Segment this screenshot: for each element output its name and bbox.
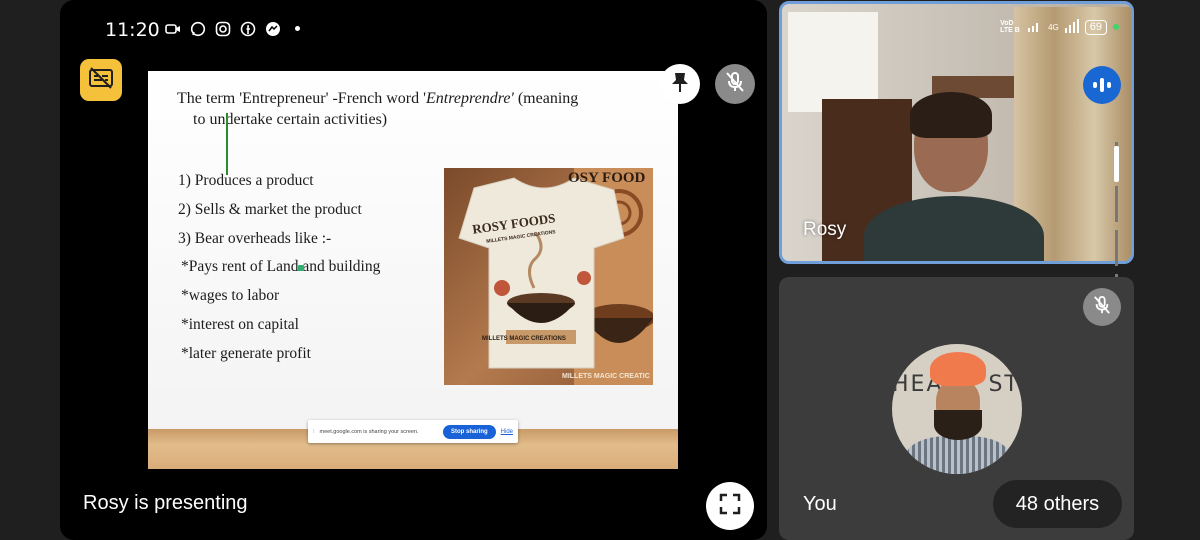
slide-title-line2: to undertake certain activities) [193,111,388,128]
slide-point: *later generate profit [181,344,311,362]
slide-point: 1) Produces a product [178,172,314,189]
screen-share-notice: ⁞ meet.google.com is sharing your screen… [308,420,518,443]
status-icons [164,20,300,37]
instagram-icon [214,20,231,37]
signal-icon [1064,19,1079,35]
slide-point: *interest on capital [181,315,299,333]
speaking-indicator [1083,66,1121,104]
captions-off-icon [88,66,114,94]
signal-icon [1028,20,1042,34]
participant-video-rosy [864,92,1044,261]
tshirt-banner-text: MILLETS MAGIC CREATIONS [482,336,566,342]
network-label: VoD LTE B [1000,20,1020,34]
captions-off-button[interactable] [80,59,122,101]
video-window [788,12,878,112]
mic-off-icon [1093,295,1111,320]
slide-points: 1) Produces a product 2) Sells & market … [178,167,380,369]
whatsapp-icon [189,20,206,37]
slide-point: 2) Sells & market the product [178,200,362,218]
facebook-icon [239,20,256,37]
main-stage: 11:20 The term 'Entrepreneur' -French wo… [60,0,767,540]
share-message: meet.google.com is sharing your screen. [319,428,419,435]
camera-active-dot [1113,24,1119,30]
messenger-icon [264,20,281,37]
video-icon [164,20,181,37]
avatar: HEA STE [892,344,1022,474]
slide-title: The term 'Entrepreneur' -French word 'En… [177,88,647,130]
participant-name-rosy: Rosy [803,219,847,240]
participant-tile-you[interactable]: HEA STE You 48 others [779,277,1134,540]
status-network: VoD LTE B 4G 69 [1000,19,1119,35]
presenter-muted-indicator[interactable] [715,64,755,104]
you-muted-indicator[interactable] [1083,288,1121,326]
presented-slide: The term 'Entrepreneur' -French word 'En… [148,71,678,469]
fullscreen-button[interactable] [706,482,754,530]
pointer-line [226,113,228,175]
participant-tile-rosy[interactable]: VoD LTE B 4G 69 Rosy [779,1,1134,264]
notification-dot [295,26,300,31]
fullscreen-icon [719,493,741,520]
slide-point: 3) Bear overheads like :- [178,229,332,247]
participant-name-you: You [803,493,837,515]
slide-point: *wages to labor [181,287,280,305]
others-count-button[interactable]: 48 others [993,480,1122,528]
pin-icon [671,71,689,98]
stop-sharing-button[interactable]: Stop sharing [442,424,496,439]
pointer-dot [298,265,304,271]
poster-bottom-text: MILLETS MAGIC CREATIC [562,373,650,380]
hide-link[interactable]: Hide [501,429,513,435]
mic-off-icon [725,71,745,98]
drag-handle-icon[interactable]: ⁞ [313,429,315,435]
poster-top-text: OSY FOOD [568,170,646,186]
tshirt-product-image: ROSY FOODS MILLETS MAGIC CREATIONS MILLE… [444,168,653,385]
presenting-label: Rosy is presenting [83,492,248,514]
network-4g-label: 4G [1048,22,1059,32]
slide-point: *Pays rent of Land and building [181,258,381,276]
pin-button[interactable] [660,64,700,104]
status-time: 11:20 [105,19,160,41]
scrollbar-thumb[interactable] [1114,146,1119,182]
battery-level: 69 [1084,19,1107,35]
